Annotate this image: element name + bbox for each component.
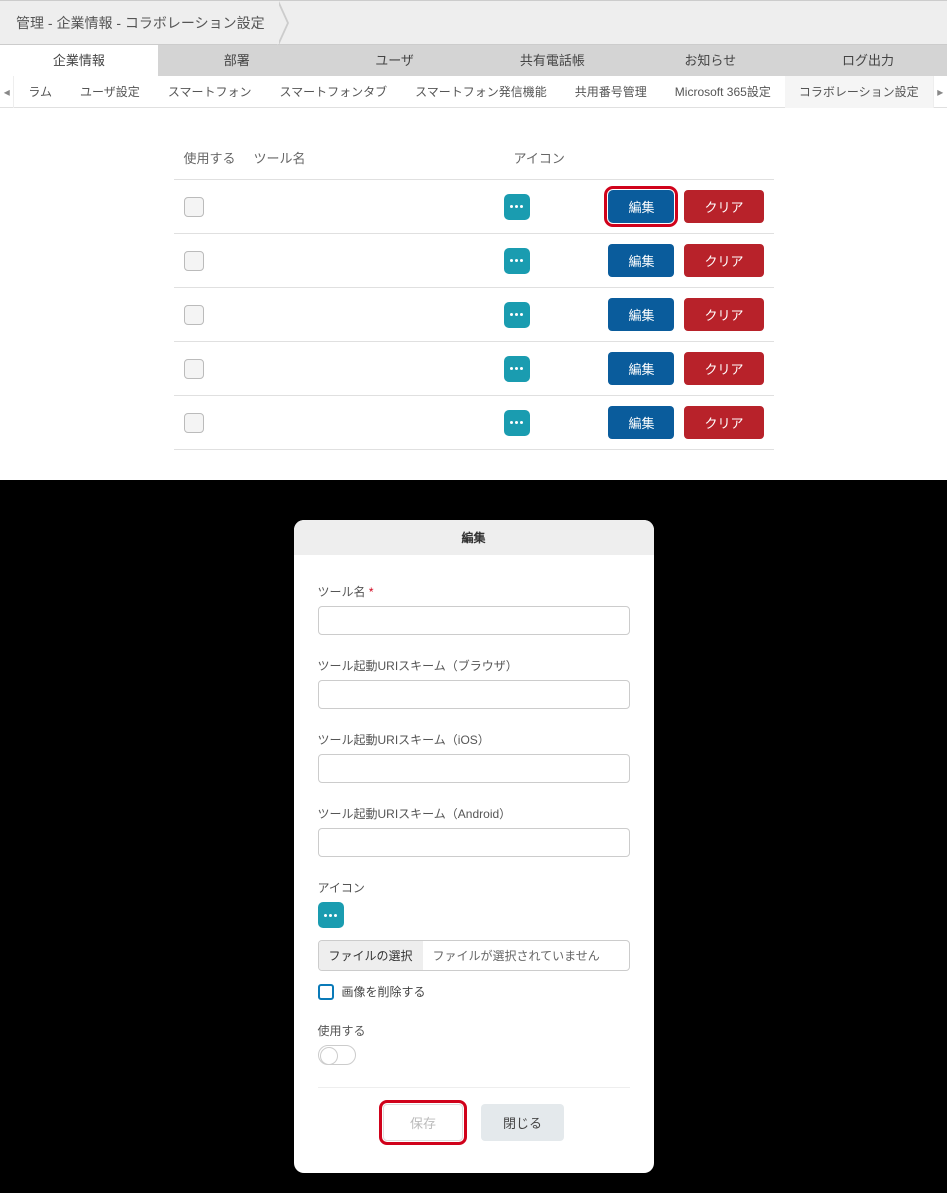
clear-button[interactable]: クリア — [684, 190, 763, 223]
use-checkbox[interactable] — [184, 251, 204, 271]
edit-button[interactable]: 編集 — [608, 244, 674, 277]
delete-image-checkbox[interactable] — [318, 984, 334, 1000]
tool-name-label: ツール名 * — [318, 583, 630, 600]
sub-tab-shared-number[interactable]: 共用番号管理 — [561, 76, 661, 108]
file-select-button[interactable]: ファイルの選択 — [319, 941, 423, 970]
uri-browser-label: ツール起動URIスキーム（ブラウザ） — [318, 657, 630, 674]
sub-tab-0[interactable]: ラム — [14, 76, 66, 108]
lower-panel: 編集 ツール名 * ツール起動URIスキーム（ブラウザ） ツール起動URIスキー… — [0, 480, 947, 1193]
chat-icon — [504, 194, 530, 220]
sub-tab-user-settings[interactable]: ユーザ設定 — [66, 76, 154, 108]
use-checkbox[interactable] — [184, 305, 204, 325]
table-row: 編集 クリア — [174, 179, 774, 233]
sub-tab-collaboration[interactable]: コラボレーション設定 — [785, 76, 933, 108]
clear-button[interactable]: クリア — [684, 244, 763, 277]
use-toggle[interactable] — [318, 1045, 356, 1065]
file-input[interactable]: ファイルの選択 ファイルが選択されていません — [318, 940, 630, 971]
close-button[interactable]: 閉じる — [481, 1104, 564, 1141]
edit-button[interactable]: 編集 — [608, 298, 674, 331]
table-row: 編集 クリア — [174, 233, 774, 287]
sub-tabs: ◂ ラム ユーザ設定 スマートフォン スマートフォンタブ スマートフォン発信機能… — [0, 76, 947, 108]
use-checkbox[interactable] — [184, 197, 204, 217]
table-row: 編集 クリア — [174, 341, 774, 395]
edit-button[interactable]: 編集 — [608, 406, 674, 439]
edit-button[interactable]: 編集 — [608, 190, 674, 223]
use-checkbox[interactable] — [184, 359, 204, 379]
table-row: 編集 クリア — [174, 395, 774, 450]
edit-button[interactable]: 編集 — [608, 352, 674, 385]
sub-tab-smartphone[interactable]: スマートフォン — [154, 76, 266, 108]
tool-name-input[interactable] — [318, 606, 630, 635]
header-icon: アイコン — [514, 148, 774, 167]
tab-department[interactable]: 部署 — [158, 45, 316, 76]
use-checkbox[interactable] — [184, 413, 204, 433]
chat-icon — [504, 410, 530, 436]
sub-tab-smartphone-tab[interactable]: スマートフォンタブ — [265, 76, 401, 108]
chat-icon — [318, 902, 344, 928]
scroll-left-icon[interactable]: ◂ — [0, 76, 14, 108]
uri-browser-input[interactable] — [318, 680, 630, 709]
chat-icon — [504, 248, 530, 274]
breadcrumb-item: 管理 - 企業情報 - コラボレーション設定 — [0, 1, 287, 45]
modal-title: 編集 — [294, 520, 654, 555]
modal-footer: 保存 閉じる — [318, 1087, 630, 1163]
chat-icon — [504, 356, 530, 382]
delete-image-label: 画像を削除する — [342, 983, 426, 1000]
breadcrumb: 管理 - 企業情報 - コラボレーション設定 — [0, 0, 947, 44]
main-tabs: 企業情報 部署 ユーザ 共有電話帳 お知らせ ログ出力 — [0, 44, 947, 76]
clear-button[interactable]: クリア — [684, 298, 763, 331]
save-button[interactable]: 保存 — [383, 1104, 463, 1141]
clear-button[interactable]: クリア — [684, 406, 763, 439]
table-header: 使用する ツール名 アイコン — [174, 148, 774, 179]
tab-log[interactable]: ログ出力 — [789, 45, 947, 76]
sub-tab-m365[interactable]: Microsoft 365設定 — [661, 76, 785, 108]
header-use: 使用する — [184, 148, 254, 167]
uri-ios-label: ツール起動URIスキーム（iOS） — [318, 731, 630, 748]
upper-panel: 管理 - 企業情報 - コラボレーション設定 企業情報 部署 ユーザ 共有電話帳… — [0, 0, 947, 480]
file-status-text: ファイルが選択されていません — [423, 941, 629, 970]
use-label: 使用する — [318, 1022, 630, 1039]
tab-user[interactable]: ユーザ — [316, 45, 474, 76]
uri-android-label: ツール起動URIスキーム（Android） — [318, 805, 630, 822]
icon-label: アイコン — [318, 879, 630, 896]
tab-shared-phonebook[interactable]: 共有電話帳 — [473, 45, 631, 76]
chat-icon — [504, 302, 530, 328]
sub-tab-smartphone-call[interactable]: スマートフォン発信機能 — [401, 76, 561, 108]
uri-android-input[interactable] — [318, 828, 630, 857]
uri-ios-input[interactable] — [318, 754, 630, 783]
table-row: 編集 クリア — [174, 287, 774, 341]
header-tool: ツール名 — [254, 148, 514, 167]
tab-notice[interactable]: お知らせ — [631, 45, 789, 76]
scroll-right-icon[interactable]: ▸ — [933, 76, 947, 108]
edit-modal: 編集 ツール名 * ツール起動URIスキーム（ブラウザ） ツール起動URIスキー… — [294, 520, 654, 1173]
content-area: 使用する ツール名 アイコン 編集 クリア 編集 クリア — [174, 108, 774, 480]
tab-company[interactable]: 企業情報 — [0, 44, 158, 76]
clear-button[interactable]: クリア — [684, 352, 763, 385]
